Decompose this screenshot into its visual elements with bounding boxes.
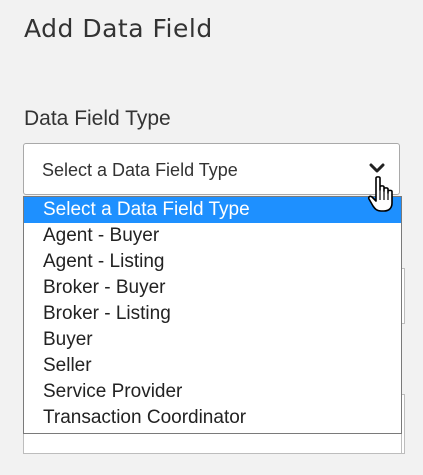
dropdown-option[interactable]: Transaction Coordinator [24,405,401,431]
data-field-type-dropdown-list: Select a Data Field Type Agent - Buyer A… [23,196,402,434]
dialog-title: Add Data Field [24,14,213,43]
dropdown-option[interactable]: Select a Data Field Type [24,197,401,223]
dropdown-option[interactable]: Service Provider [24,379,401,405]
chevron-down-icon [369,163,385,173]
dropdown-option[interactable]: Buyer [24,327,401,353]
hand-pointer-icon [367,176,393,212]
data-field-type-select[interactable]: Select a Data Field Type [23,143,400,195]
dropdown-option[interactable]: Agent - Buyer [24,223,401,249]
dropdown-option[interactable]: Seller [24,353,401,379]
data-field-type-label: Data Field Type [24,107,171,130]
select-current-value: Select a Data Field Type [42,160,238,180]
dropdown-option[interactable]: Broker - Buyer [24,275,401,301]
dropdown-option[interactable]: Broker - Listing [24,301,401,327]
dropdown-option[interactable]: Agent - Listing [24,249,401,275]
